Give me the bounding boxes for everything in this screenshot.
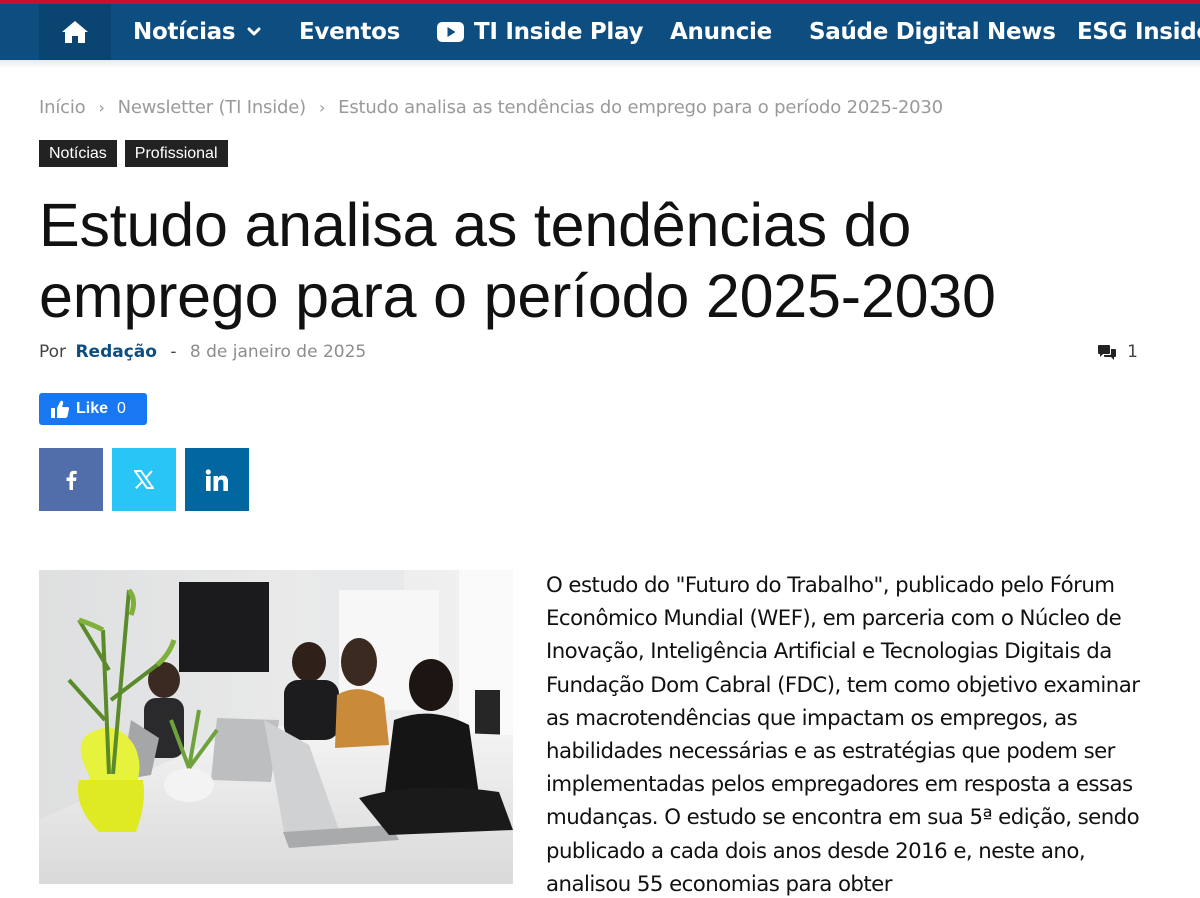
nav-item-label: Eventos (299, 19, 401, 45)
nav-item-label: Anuncie (670, 19, 772, 45)
x-icon (134, 470, 154, 489)
nav-home-button[interactable] (39, 4, 111, 60)
tag-noticias[interactable]: Notícias (39, 140, 117, 167)
like-count: 0 (117, 400, 126, 417)
nav-item-esg-inside[interactable]: ESG Inside (1077, 4, 1200, 60)
breadcrumb: Início › Newsletter (TI Inside) › Estudo ana… (39, 97, 943, 118)
share-linkedin-button[interactable] (185, 448, 249, 511)
nav-item-noticias[interactable]: Notícias (133, 4, 261, 60)
by-label: Por (39, 342, 67, 362)
linkedin-icon (205, 468, 228, 491)
nav-item-ti-inside-play[interactable]: TI Inside Play (437, 4, 643, 60)
nav-item-label: Saúde Digital News (809, 19, 1056, 45)
chevron-down-icon (247, 27, 261, 37)
share-x-button[interactable] (112, 448, 176, 511)
nav-item-label: Notícias (133, 19, 236, 45)
facebook-like-button[interactable]: Like 0 (39, 393, 147, 425)
tag-profissional[interactable]: Profissional (124, 140, 228, 167)
breadcrumb-current: Estudo analisa as tendências do emprego … (338, 97, 943, 118)
category-tags: Notícias Profissional (39, 140, 228, 167)
thumbs-up-icon (51, 400, 70, 418)
author-link[interactable]: Redação (75, 342, 157, 362)
youtube-icon (437, 22, 464, 42)
comments-link[interactable]: 1 (1097, 342, 1138, 362)
nav-item-eventos[interactable]: Eventos (299, 4, 400, 60)
home-icon (62, 21, 88, 43)
breadcrumb-separator: › (98, 98, 105, 117)
article-meta: Por Redação - 8 de janeiro de 2025 (39, 342, 366, 362)
article-body: O estudo do "Futuro do Trabalho", public… (546, 573, 1140, 897)
main-navigation: Notícias Eventos TI Inside Play Anuncie … (0, 4, 1200, 60)
publish-date: 8 de janeiro de 2025 (189, 342, 367, 362)
share-facebook-button[interactable] (39, 448, 103, 511)
breadcrumb-separator: › (318, 98, 326, 117)
breadcrumb-home-link[interactable]: Início (39, 97, 86, 118)
breadcrumb-newsletter-link[interactable]: Newsletter (TI Inside) (118, 97, 306, 118)
like-label: Like (76, 400, 109, 417)
nav-item-anuncie[interactable]: Anuncie (670, 4, 772, 60)
nav-item-saude-digital-news[interactable]: Saúde Digital News (809, 4, 1056, 60)
comment-count: 1 (1127, 342, 1138, 362)
nav-shadow (0, 60, 1200, 68)
meta-separator: - (170, 342, 177, 362)
article-title: Estudo analisa as tendências do emprego … (39, 191, 996, 330)
facebook-icon (66, 470, 77, 490)
article-image (39, 570, 513, 884)
comments-icon (1098, 344, 1117, 360)
nav-item-label: TI Inside Play (474, 19, 644, 45)
nav-item-label: ESG Inside (1077, 19, 1200, 45)
